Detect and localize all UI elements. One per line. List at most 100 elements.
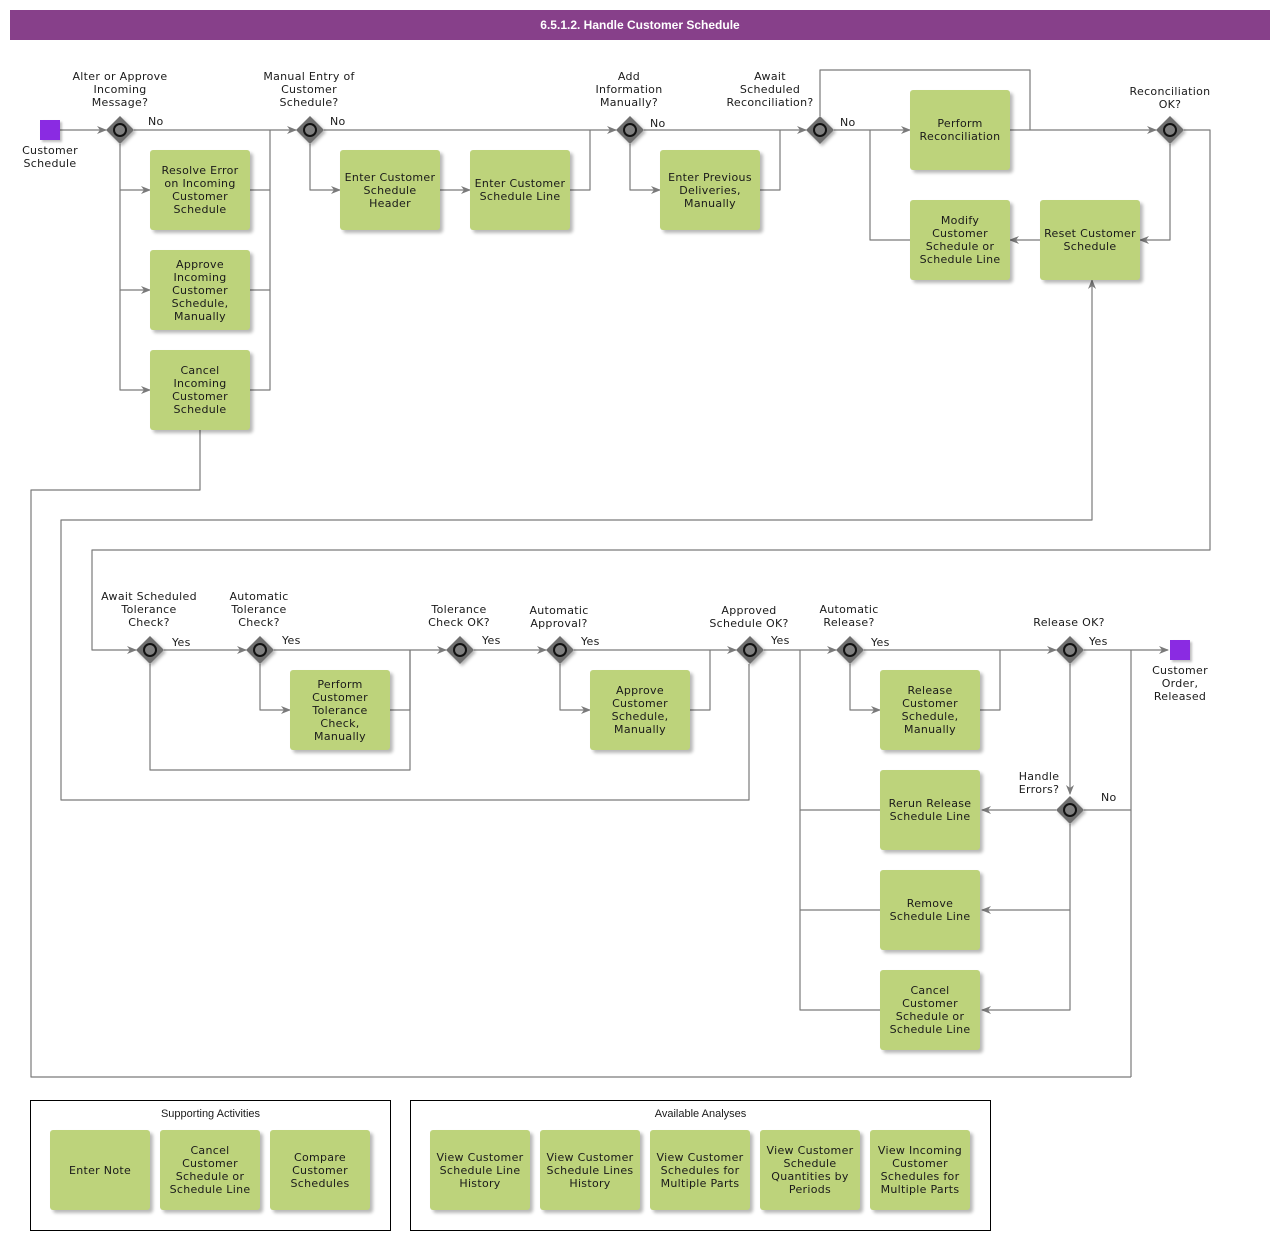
gateway-g5[interactable]	[1156, 116, 1184, 144]
analysis-item[interactable]: View Customer Schedule Quantities by Per…	[760, 1130, 860, 1210]
flow-g3-prev	[629, 144, 661, 194]
gateway-circle-icon	[813, 123, 827, 137]
gateway-label: Approved Schedule OK?	[709, 604, 789, 630]
flow-label-no: No	[840, 116, 856, 129]
flow-label-yes: Yes	[172, 636, 191, 649]
gateway-g8[interactable]	[446, 636, 474, 664]
gateway-circle-icon	[743, 643, 757, 657]
gateway-g11[interactable]	[836, 636, 864, 664]
gateway-circle-icon	[553, 643, 567, 657]
flow-label-yes: Yes	[581, 635, 600, 648]
gateway-label: Alter or Approve Incoming Message?	[72, 70, 168, 109]
flow-label-yes: Yes	[282, 634, 301, 647]
gateway-circle-icon	[1163, 123, 1177, 137]
end-event[interactable]	[1170, 640, 1190, 660]
flow-g11-release	[849, 664, 881, 714]
gateway-label: Release OK?	[1033, 616, 1105, 629]
gateway-g2[interactable]	[296, 116, 324, 144]
flow-resolve-merge	[250, 130, 271, 191]
gateway-g13[interactable]	[1056, 796, 1084, 824]
gateway-label: Handle Errors?	[1018, 770, 1060, 796]
gateway-label: Reconciliation OK?	[1129, 85, 1211, 111]
analysis-item[interactable]: View Incoming Customer Schedules for Mul…	[870, 1130, 970, 1210]
task-enter-header[interactable]: Enter Customer Schedule Header	[340, 150, 440, 230]
flow-tolerance-merge	[390, 650, 411, 711]
task-enter-prev-deliveries[interactable]: Enter Previous Deliveries, Manually	[660, 150, 760, 230]
supporting-activity-item[interactable]: Enter Note	[50, 1130, 150, 1210]
gateway-circle-icon	[843, 643, 857, 657]
flow-g13-cancel	[981, 910, 1071, 1014]
start-event-label: Customer Schedule	[22, 144, 78, 170]
flow-modify-perform	[869, 130, 910, 241]
gateway-g9[interactable]	[546, 636, 574, 664]
flow-label-no: No	[1101, 791, 1117, 804]
flow-label-yes: Yes	[771, 634, 790, 647]
analysis-item[interactable]: View Customer Schedules for Multiple Par…	[650, 1130, 750, 1210]
task-cancel-incoming[interactable]: Cancel Incoming Customer Schedule	[150, 350, 250, 430]
flow-g13-remove	[981, 824, 1071, 914]
gateway-circle-icon	[623, 123, 637, 137]
task-resolve-error[interactable]: Resolve Error on Incoming Customer Sched…	[150, 150, 250, 230]
supporting-activity-item[interactable]: Cancel Customer Schedule or Schedule Lin…	[160, 1130, 260, 1210]
gateway-label: Automatic Tolerance Check?	[229, 590, 289, 629]
flow-line-merge	[570, 130, 591, 191]
gateway-g6[interactable]	[136, 636, 164, 664]
analysis-item[interactable]: View Customer Schedule Lines History	[540, 1130, 640, 1210]
gateway-g1[interactable]	[106, 116, 134, 144]
supporting-activities-title: Supporting Activities	[160, 1108, 261, 1120]
analysis-item[interactable]: View Customer Schedule Line History	[430, 1130, 530, 1210]
flow-label-yes: Yes	[482, 634, 501, 647]
gateway-circle-icon	[1063, 803, 1077, 817]
task-remove-line[interactable]: Remove Schedule Line	[880, 870, 980, 950]
gateway-circle-icon	[1063, 643, 1077, 657]
flow-label-no: No	[330, 115, 346, 128]
gateway-label: Automatic Release?	[819, 603, 879, 629]
gateway-label: Add Information Manually?	[595, 70, 663, 109]
flow-g1-approve	[119, 190, 151, 294]
task-reset-schedule[interactable]: Reset Customer Schedule	[1040, 200, 1140, 280]
gateway-label: Manual Entry of Customer Schedule?	[263, 70, 355, 109]
gateway-g4[interactable]	[806, 116, 834, 144]
task-perform-tolerance[interactable]: Perform Customer Tolerance Check, Manual…	[290, 670, 390, 750]
gateway-label: Tolerance Check OK?	[428, 603, 490, 629]
flow-cancel-merge	[250, 290, 271, 391]
flow-label-yes: Yes	[1089, 635, 1108, 648]
gateway-circle-icon	[253, 643, 267, 657]
gateway-label: Await Scheduled Reconciliation?	[726, 70, 814, 109]
gateway-circle-icon	[113, 123, 127, 137]
gateway-circle-icon	[143, 643, 157, 657]
task-enter-line[interactable]: Enter Customer Schedule Line	[470, 150, 570, 230]
supporting-activity-item[interactable]: Compare Customer Schedules	[270, 1130, 370, 1210]
start-event[interactable]	[40, 120, 60, 140]
flow-release-merge	[980, 650, 1001, 711]
task-approve-incoming[interactable]: Approve Incoming Customer Schedule, Manu…	[150, 250, 250, 330]
gateway-label: Automatic Approval?	[529, 604, 589, 630]
flow-label-no: No	[148, 115, 164, 128]
gateway-g7[interactable]	[246, 636, 274, 664]
gateway-g3[interactable]	[616, 116, 644, 144]
flow-g1-cancel	[119, 290, 151, 394]
flow-rerun-back	[799, 650, 880, 811]
task-modify-schedule[interactable]: Modify Customer Schedule or Schedule Lin…	[910, 200, 1010, 280]
task-cancel-schedule[interactable]: Cancel Customer Schedule or Schedule Lin…	[880, 970, 980, 1050]
available-analyses-title: Available Analyses	[654, 1108, 747, 1120]
flow-approve-merge2	[690, 650, 711, 711]
gateway-circle-icon	[453, 643, 467, 657]
end-event-label: Customer Order, Released	[1152, 664, 1208, 703]
task-release-schedule[interactable]: Release Customer Schedule, Manually	[880, 670, 980, 750]
flow-prev-merge	[760, 130, 781, 191]
flow-label-no: No	[650, 117, 666, 130]
task-perform-reconciliation[interactable]: Perform Reconciliation	[910, 90, 1010, 170]
flow-g2-header	[309, 144, 341, 194]
flow-label-yes: Yes	[871, 636, 890, 649]
task-rerun-release[interactable]: Rerun Release Schedule Line	[880, 770, 980, 850]
gateway-label: Await Scheduled Tolerance Check?	[101, 590, 197, 629]
flow-g7-tolerance	[259, 664, 291, 714]
gateway-circle-icon	[303, 123, 317, 137]
flow-approve-merge	[250, 190, 271, 291]
flow-g1-resolve	[119, 144, 151, 194]
gateway-g12[interactable]	[1056, 636, 1084, 664]
flow-g5-reset	[1139, 144, 1171, 244]
task-approve-schedule[interactable]: Approve Customer Schedule, Manually	[590, 670, 690, 750]
gateway-g10[interactable]	[736, 636, 764, 664]
